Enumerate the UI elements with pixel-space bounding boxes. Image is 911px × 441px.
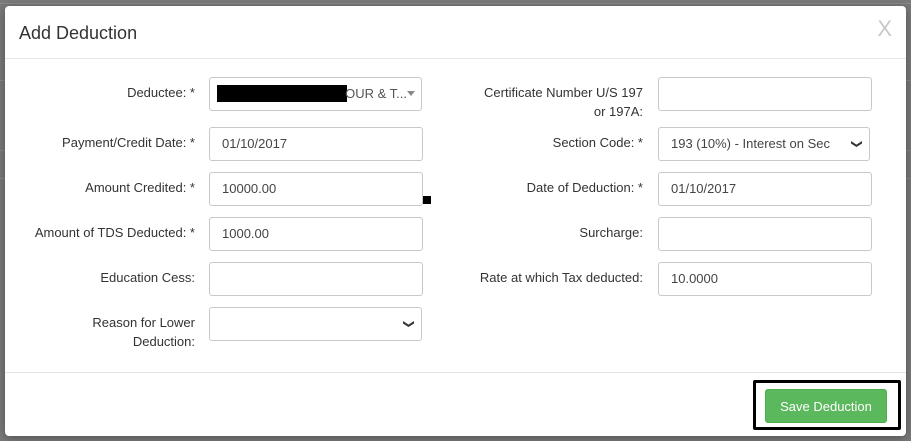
- date-of-deduction-input[interactable]: 01/10/2017: [658, 172, 872, 206]
- section-code-select[interactable]: 193 (10%) - Interest on Sec ❯: [658, 127, 870, 161]
- certificate-number-input[interactable]: [658, 77, 872, 111]
- rate-tax-deducted-input[interactable]: 10.0000: [658, 262, 872, 296]
- education-cess-input[interactable]: [209, 262, 423, 296]
- modal-footer: Save Deduction: [5, 372, 906, 436]
- close-icon[interactable]: X: [877, 18, 892, 40]
- reason-lower-deduction-label-line2: Deduction:: [132, 334, 195, 349]
- deductee-value: OUR & T...: [345, 86, 407, 101]
- amount-credited-label: Amount Credited: *: [85, 180, 195, 195]
- surcharge-input[interactable]: [658, 217, 872, 251]
- cursor-marker-icon: [423, 196, 431, 204]
- certificate-number-label-line1: Certificate Number U/S 197: [484, 85, 643, 100]
- date-of-deduction-label: Date of Deduction: *: [526, 180, 643, 195]
- deductee-label: Deductee: *: [127, 85, 195, 100]
- certificate-number-label: Certificate Number U/S 197 or 197A:: [445, 83, 643, 121]
- reason-lower-deduction-select[interactable]: ❯: [209, 307, 422, 341]
- backdrop-line: [0, 3, 911, 4]
- chevron-down-icon: ❯: [402, 319, 415, 329]
- payment-date-label: Payment/Credit Date: *: [62, 135, 195, 150]
- education-cess-label: Education Cess:: [100, 270, 195, 285]
- modal-title: Add Deduction: [19, 23, 138, 43]
- surcharge-label: Surcharge:: [579, 225, 643, 240]
- deductee-select[interactable]: OUR & T...: [209, 77, 422, 111]
- rate-tax-deducted-label: Rate at which Tax deducted:: [479, 270, 643, 285]
- certificate-number-label-line2: or 197A:: [593, 104, 643, 119]
- tds-deducted-label: Amount of TDS Deducted: *: [34, 225, 195, 240]
- reason-lower-deduction-label: Reason for Lower Deduction:: [5, 313, 195, 351]
- modal-header: Add Deduction X: [5, 6, 906, 59]
- chevron-down-icon: ❯: [850, 139, 863, 149]
- add-deduction-modal: Add Deduction X Deductee: * OUR & T... C…: [5, 6, 906, 436]
- section-code-value: 193 (10%) - Interest on Sec: [671, 136, 830, 151]
- redaction-box: [217, 85, 347, 102]
- tds-deducted-input[interactable]: 1000.00: [209, 217, 423, 251]
- save-deduction-button[interactable]: Save Deduction: [765, 389, 887, 423]
- dropdown-triangle-icon: [407, 91, 415, 96]
- reason-lower-deduction-label-line1: Reason for Lower: [92, 315, 195, 330]
- payment-date-input[interactable]: 01/10/2017: [209, 127, 423, 161]
- section-code-label: Section Code: *: [552, 135, 643, 150]
- amount-credited-input[interactable]: 10000.00: [209, 172, 423, 206]
